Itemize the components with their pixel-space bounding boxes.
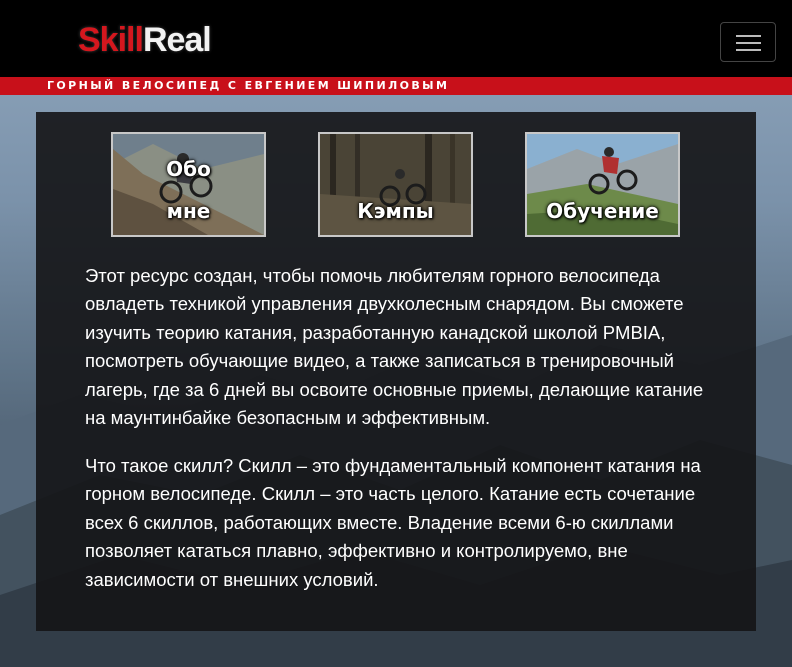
tile-training[interactable]: Обучение [525,132,680,237]
tagline: ГОРНЫЙ ВЕЛОСИПЕД С ЕВГЕНИЕМ ШИПИЛОВЫМ [47,79,450,92]
navbar: SkillReal [0,0,792,77]
tile-about-me[interactable]: Обо мне [111,132,266,237]
tile-about-me-label-2: мне [166,199,211,223]
tagline-bar: ГОРНЫЙ ВЕЛОСИПЕД С ЕВГЕНИЕМ ШИПИЛОВЫМ [0,77,792,95]
hamburger-icon [736,49,761,51]
hamburger-icon [736,35,761,37]
tile-about-me-label-1: Обо [166,157,211,181]
tile-camps[interactable]: Кэмпы [318,132,473,237]
logo[interactable]: SkillReal [78,18,212,62]
tile-camps-label: Кэмпы [357,199,434,223]
menu-toggle-button[interactable] [720,22,776,62]
skill-paragraph: Что такое скилл? Скилл – это фундаментал… [85,455,701,590]
hamburger-icon [736,42,761,44]
tile-training-label: Обучение [546,199,659,223]
logo-real-text: Real [142,21,212,59]
content-panel: Обо мне Кэмпы Обучение Этот ресурс созда… [36,112,756,631]
logo-skill-text: Skill [78,21,144,59]
intro-paragraph: Этот ресурс создан, чтобы помочь любител… [85,265,704,429]
